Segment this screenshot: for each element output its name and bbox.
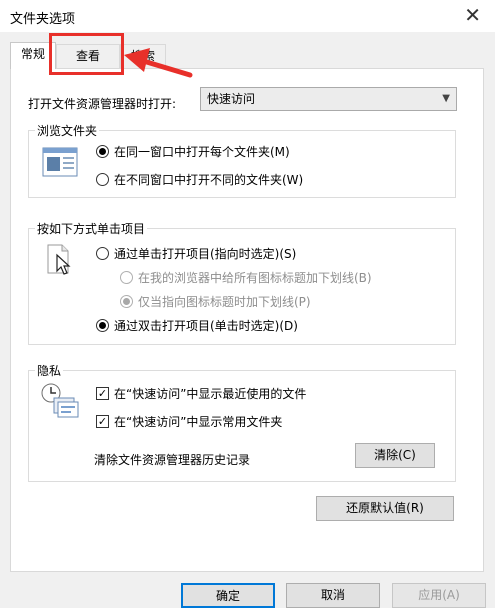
same-window-label: 在同一窗口中打开每个文件夹(M) bbox=[114, 145, 290, 159]
restore-defaults-button[interactable]: 还原默认值(R) bbox=[316, 496, 454, 521]
tab-view-highlight-box bbox=[49, 33, 124, 75]
clock-documents-icon bbox=[41, 383, 79, 418]
double-click-option[interactable]: 通过双击打开项目(单击时选定)(D) bbox=[96, 317, 298, 334]
recent-files-option[interactable]: ✓ 在“快速访问”中显示最近使用的文件 bbox=[96, 385, 306, 402]
new-window-option[interactable]: 在不同窗口中打开不同的文件夹(W) bbox=[96, 171, 303, 188]
single-click-radio[interactable] bbox=[96, 247, 109, 260]
frequent-folders-label: 在“快速访问”中显示常用文件夹 bbox=[114, 415, 283, 429]
new-window-radio[interactable] bbox=[96, 173, 109, 186]
open-explorer-value: 快速访问 bbox=[207, 92, 256, 106]
open-explorer-label: 打开文件资源管理器时打开: bbox=[28, 97, 177, 111]
frequent-folders-option[interactable]: ✓ 在“快速访问”中显示常用文件夹 bbox=[96, 413, 282, 430]
folder-window-icon bbox=[42, 147, 78, 177]
same-window-option[interactable]: 在同一窗口中打开每个文件夹(M) bbox=[96, 143, 290, 160]
clear-history-label: 清除文件资源管理器历史记录 bbox=[94, 453, 251, 467]
open-explorer-select[interactable]: 快速访问 ▼ bbox=[200, 87, 457, 111]
cursor-document-icon bbox=[47, 244, 71, 275]
single-click-label: 通过单击打开项目(指向时选定)(S) bbox=[114, 247, 297, 261]
underline-point-radio bbox=[120, 295, 133, 308]
title-bar: 文件夹选项 ✕ bbox=[0, 0, 495, 32]
recent-files-label: 在“快速访问”中显示最近使用的文件 bbox=[114, 387, 307, 401]
close-icon[interactable]: ✕ bbox=[464, 3, 481, 27]
same-window-radio[interactable] bbox=[96, 145, 109, 158]
browse-folders-title: 浏览文件夹 bbox=[35, 122, 100, 139]
tab-search[interactable]: 搜索 bbox=[120, 44, 166, 68]
ok-button[interactable]: 确定 bbox=[181, 583, 275, 608]
underline-all-option: 在我的浏览器中给所有图标标题加下划线(B) bbox=[120, 269, 372, 286]
underline-all-label: 在我的浏览器中给所有图标标题加下划线(B) bbox=[138, 271, 372, 285]
chevron-down-icon: ▼ bbox=[442, 93, 450, 104]
underline-point-option: 仅当指向图标标题时加下划线(P) bbox=[120, 293, 311, 310]
double-click-label: 通过双击打开项目(单击时选定)(D) bbox=[114, 319, 298, 333]
recent-files-checkbox[interactable]: ✓ bbox=[96, 387, 109, 400]
window-title: 文件夹选项 bbox=[10, 12, 76, 27]
frequent-folders-checkbox[interactable]: ✓ bbox=[96, 415, 109, 428]
underline-point-label: 仅当指向图标标题时加下划线(P) bbox=[138, 295, 311, 309]
underline-all-radio bbox=[120, 271, 133, 284]
clear-button[interactable]: 清除(C) bbox=[355, 443, 435, 468]
cancel-button[interactable]: 取消 bbox=[286, 583, 380, 608]
click-items-title: 按如下方式单击项目 bbox=[35, 220, 148, 237]
new-window-label: 在不同窗口中打开不同的文件夹(W) bbox=[114, 173, 304, 187]
privacy-title: 隐私 bbox=[35, 362, 64, 379]
double-click-radio[interactable] bbox=[96, 319, 109, 332]
apply-button[interactable]: 应用(A) bbox=[392, 583, 486, 608]
single-click-option[interactable]: 通过单击打开项目(指向时选定)(S) bbox=[96, 245, 296, 262]
